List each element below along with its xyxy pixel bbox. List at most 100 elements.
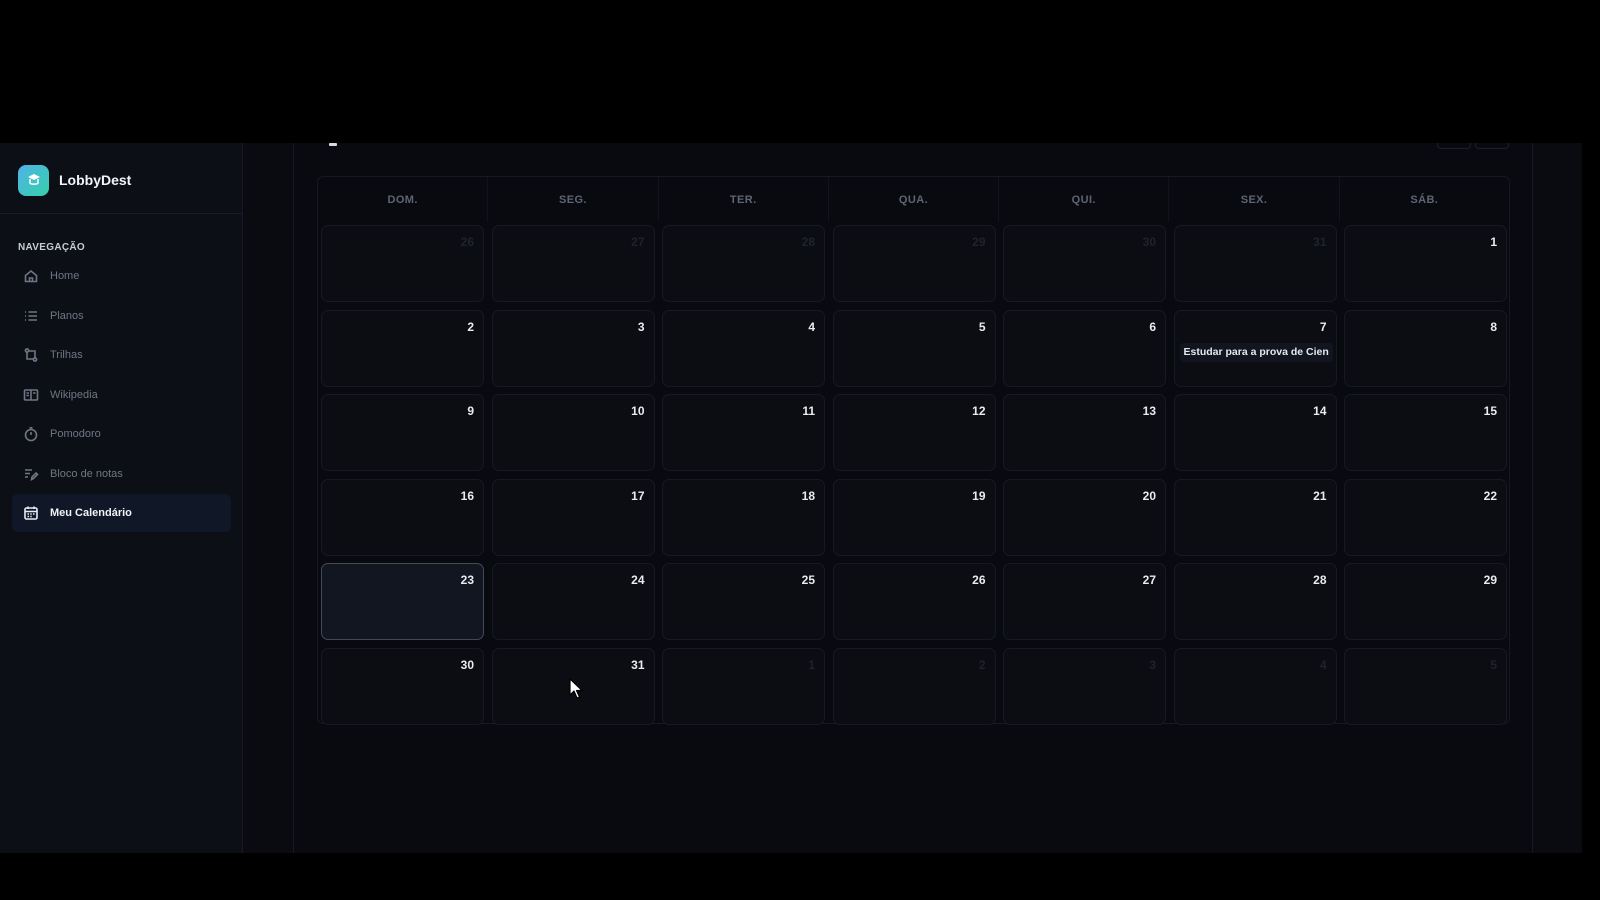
day-number: 19 <box>972 488 986 503</box>
calendar-day[interactable]: 11 <box>662 394 825 471</box>
calendar-day[interactable]: 30 <box>1003 225 1166 302</box>
day-number: 16 <box>460 488 474 503</box>
weekday-label: SÁB. <box>1410 193 1439 206</box>
divider <box>0 213 242 214</box>
weekday-label: QUA. <box>829 177 1000 222</box>
calendar-day[interactable]: 18 <box>662 478 825 556</box>
day-number: 18 <box>801 488 815 503</box>
calendar-day[interactable]: 6 <box>1003 309 1166 387</box>
day-number: 31 <box>1313 235 1327 249</box>
calendar-day[interactable]: 9 <box>321 394 484 471</box>
calendar-day[interactable]: 28 <box>1173 563 1337 640</box>
calendar-day[interactable]: 31 <box>1173 225 1337 302</box>
day-number: 12 <box>972 404 986 418</box>
calendar-day[interactable]: 1 <box>1344 225 1507 302</box>
calendar-day[interactable]: 15 <box>1344 394 1507 471</box>
sidebar: LobbyDest NAVEGAÇÃO Home Planos Trilhas … <box>0 143 243 853</box>
prev-month-button[interactable] <box>1437 143 1471 149</box>
day-number: 4 <box>808 319 815 334</box>
notepad-icon <box>25 468 39 481</box>
sidebar-item-label: Bloco de notas <box>50 467 123 480</box>
day-number: 11 <box>802 404 815 418</box>
app-name: LobbyDest <box>59 172 132 188</box>
sidebar-item-bloco-de-notas[interactable]: Bloco de notas <box>12 455 231 493</box>
calendar-week-row: 30 31 1 2 3 4 5 <box>321 647 1507 725</box>
calendar-day-today[interactable]: 23 <box>321 563 484 640</box>
day-number: 14 <box>1313 404 1327 418</box>
day-number: 2 <box>978 657 986 672</box>
day-number: 3 <box>637 319 645 334</box>
day-number: 8 <box>1490 319 1497 334</box>
page-title <box>329 143 337 146</box>
day-number: 1 <box>1490 235 1497 249</box>
day-number: 23 <box>460 573 474 587</box>
calendar-day[interactable]: 29 <box>832 225 996 302</box>
day-number: 30 <box>460 657 474 672</box>
next-month-button[interactable] <box>1475 143 1509 149</box>
calendar-day[interactable]: 29 <box>1344 563 1507 640</box>
sidebar-item-label: Wikipedia <box>50 388 98 401</box>
calendar-day[interactable]: 10 <box>491 394 655 471</box>
day-number: 13 <box>1142 404 1156 418</box>
calendar-day[interactable]: 26 <box>321 225 484 302</box>
calendar-day[interactable]: 27 <box>1003 563 1166 640</box>
calendar-day[interactable]: 8 <box>1344 309 1507 387</box>
trail-icon <box>24 348 38 362</box>
sidebar-item-home[interactable]: Home <box>12 257 231 295</box>
sidebar-item-label: Planos <box>50 309 84 322</box>
sidebar-item-wikipedia[interactable]: Wikipedia <box>12 376 231 414</box>
day-number: 25 <box>801 573 815 587</box>
day-number: 3 <box>1149 657 1156 672</box>
calendar-day[interactable]: 19 <box>832 478 996 556</box>
day-number: 29 <box>972 235 986 249</box>
calendar-day[interactable]: 12 <box>832 394 996 471</box>
brand[interactable]: LobbyDest <box>18 164 131 196</box>
sidebar-item-meu-calendario[interactable]: Meu Calendário <box>12 494 231 532</box>
calendar-day[interactable]: 7 Estudar para a prova de Cien <box>1173 309 1337 387</box>
day-number: 28 <box>1313 573 1327 587</box>
sidebar-item-pomodoro[interactable]: Pomodoro <box>12 415 231 453</box>
calendar-day[interactable]: 22 <box>1344 478 1507 556</box>
calendar-day[interactable]: 2 <box>321 309 484 387</box>
calendar-day[interactable]: 28 <box>662 225 825 302</box>
calendar-day[interactable]: 13 <box>1003 394 1166 471</box>
calendar-day[interactable]: 24 <box>491 563 655 640</box>
calendar-day[interactable]: 27 <box>491 225 655 302</box>
calendar-day[interactable]: 20 <box>1003 478 1166 556</box>
calendar-day[interactable]: 5 <box>1344 647 1507 725</box>
calendar-day[interactable]: 2 <box>832 647 996 725</box>
list-icon <box>25 310 37 321</box>
day-number: 6 <box>1149 319 1156 334</box>
calendar-day[interactable]: 25 <box>662 563 825 640</box>
calendar-weeks: 26 27 28 29 30 31 1 2 3 4 5 6 7 Estudar para a prova … <box>321 225 1507 732</box>
day-number: 5 <box>978 319 986 334</box>
nav-section-title: NAVEGAÇÃO <box>18 242 85 253</box>
calendar-day[interactable]: 4 <box>662 309 825 387</box>
mouse-cursor-icon <box>569 678 583 699</box>
calendar-day[interactable]: 1 <box>662 647 825 725</box>
day-number: 15 <box>1483 404 1497 418</box>
day-number: 2 <box>467 319 474 334</box>
weekday-label: DOM. <box>318 177 489 222</box>
calendar-day[interactable]: 17 <box>491 478 655 556</box>
weekday-label: TER. <box>659 177 829 222</box>
calendar-day[interactable]: 5 <box>832 309 996 387</box>
day-number: 1 <box>808 657 815 672</box>
calendar-day[interactable]: 30 <box>321 647 484 725</box>
sidebar-item-planos[interactable]: Planos <box>12 297 231 335</box>
day-number: 9 <box>467 404 474 418</box>
day-number: 27 <box>631 235 645 249</box>
calendar-day[interactable]: 14 <box>1173 394 1337 471</box>
calendar-day[interactable]: 26 <box>832 563 996 640</box>
calendar-day[interactable]: 21 <box>1173 478 1337 556</box>
day-number: 26 <box>972 573 986 587</box>
calendar-event[interactable]: Estudar para a prova de Cien <box>1179 342 1333 362</box>
sidebar-item-trilhas[interactable]: Trilhas <box>12 336 231 374</box>
calendar-day[interactable]: 4 <box>1173 647 1337 725</box>
sidebar-item-label: Pomodoro <box>50 428 101 440</box>
home-icon <box>24 269 38 283</box>
calendar-day[interactable]: 16 <box>321 478 484 556</box>
calendar-day[interactable]: 3 <box>1003 647 1166 725</box>
calendar-day[interactable]: 3 <box>491 309 655 387</box>
day-number: 4 <box>1319 657 1327 672</box>
